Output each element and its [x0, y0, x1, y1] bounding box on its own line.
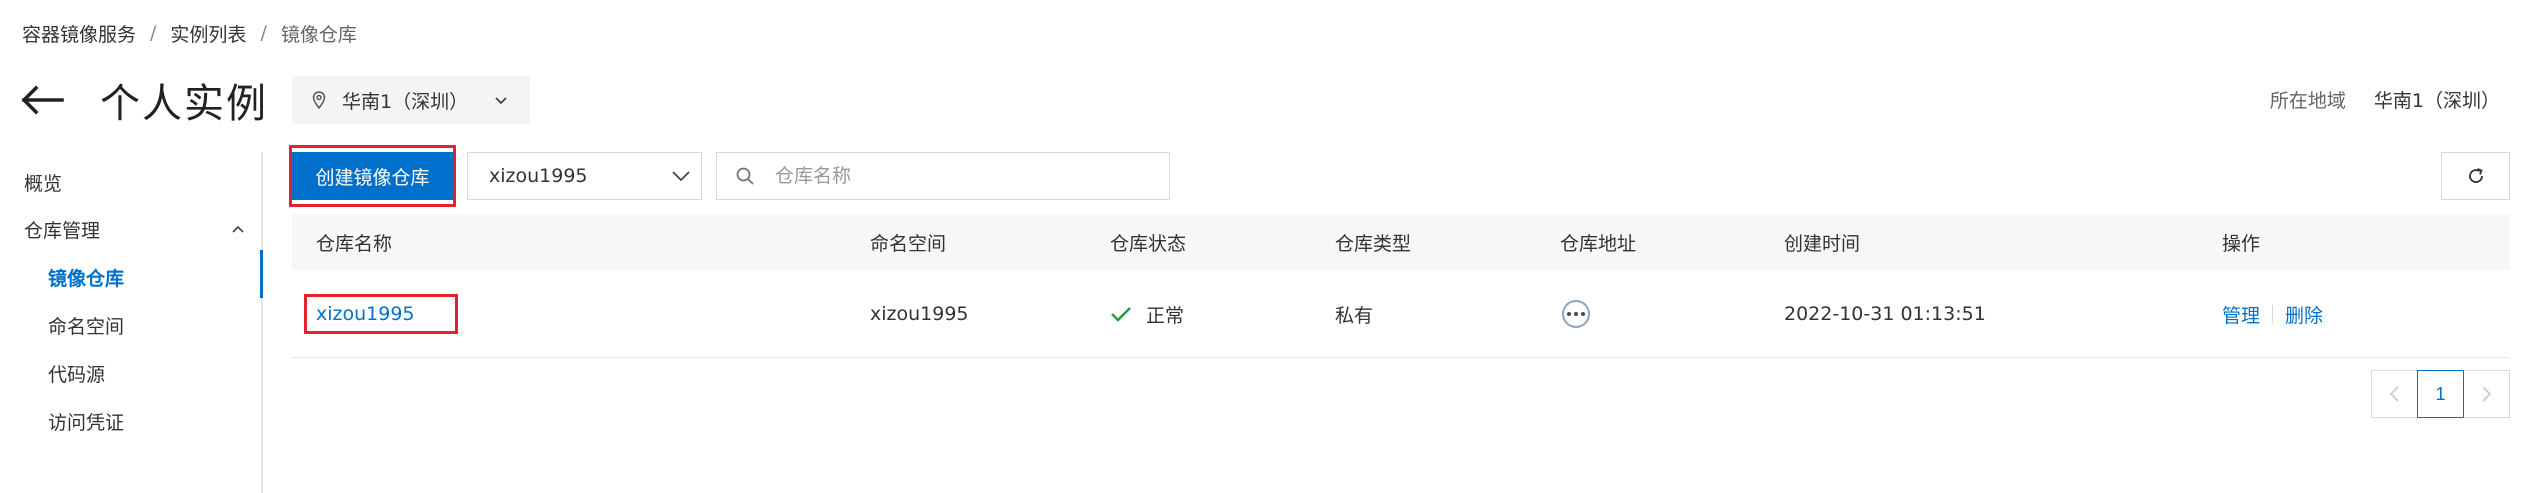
- table-row: xizou1995 xizou1995 正常 私有 2022-10-31 01:…: [292, 270, 2510, 358]
- region-selector[interactable]: 华南1（深圳）: [292, 76, 531, 124]
- region-value: 华南1（深圳）: [2373, 90, 2500, 112]
- region-label: 所在地域: [2269, 90, 2346, 112]
- action-divider: [2272, 305, 2274, 323]
- more-dots-icon[interactable]: [1562, 300, 1590, 328]
- namespace-select-value: xizou1995: [489, 165, 588, 187]
- sidebar-item-namespace[interactable]: 命名空间: [48, 312, 124, 339]
- region-selector-value: 华南1（深圳）: [342, 90, 469, 113]
- breadcrumb-item-current: 镜像仓库: [280, 23, 357, 46]
- repo-status-text: 正常: [1146, 304, 1185, 327]
- column-header-status: 仓库状态: [1110, 232, 1187, 255]
- repo-address[interactable]: [1562, 270, 1590, 358]
- back-arrow-icon[interactable]: [20, 85, 64, 115]
- repo-type: 私有: [1335, 304, 1374, 327]
- column-header-type: 仓库类型: [1335, 232, 1412, 255]
- column-header-created: 创建时间: [1784, 232, 1861, 255]
- search-input[interactable]: [775, 165, 1155, 187]
- page-title: 个人实例: [100, 81, 268, 127]
- column-header-actions: 操作: [2222, 232, 2261, 255]
- chevron-down-icon: [495, 97, 507, 105]
- search-box[interactable]: [716, 152, 1170, 200]
- repo-created-time: 2022-10-31 01:13:51: [1784, 303, 1986, 325]
- refresh-icon: [2468, 168, 2483, 183]
- sidebar-item-access-credential[interactable]: 访问凭证: [48, 408, 124, 435]
- location-pin-icon: [312, 91, 326, 109]
- chevron-right-icon: [2482, 386, 2492, 402]
- sidebar-item-image-repo[interactable]: 镜像仓库: [48, 264, 124, 291]
- sidebar-item-code-source[interactable]: 代码源: [48, 360, 105, 387]
- chevron-up-icon: [232, 225, 244, 233]
- breadcrumb: 容器镜像服务 / 实例列表 / 镜像仓库: [22, 20, 357, 46]
- sidebar-item-overview[interactable]: 概览: [24, 169, 62, 196]
- toolbar: 创建镜像仓库 xizou1995: [289, 145, 2510, 207]
- breadcrumb-separator: /: [260, 22, 267, 44]
- sidebar-group-repo-management[interactable]: 仓库管理: [24, 216, 245, 243]
- breadcrumb-separator: /: [150, 22, 157, 44]
- breadcrumb-item-service[interactable]: 容器镜像服务: [22, 20, 136, 47]
- search-icon: [736, 167, 754, 185]
- column-header-address: 仓库地址: [1560, 232, 1637, 255]
- table-header: 仓库名称 命名空间 仓库状态 仓库类型 仓库地址 创建时间 操作: [292, 214, 2510, 270]
- sidebar-group-label: 仓库管理: [24, 220, 101, 242]
- next-page-button[interactable]: [2463, 370, 2510, 418]
- breadcrumb-item-instance-list[interactable]: 实例列表: [170, 20, 246, 47]
- page-number-button[interactable]: 1: [2417, 370, 2464, 418]
- repo-table: 仓库名称 命名空间 仓库状态 仓库类型 仓库地址 创建时间 操作 xizou19…: [292, 214, 2510, 358]
- region-info: 所在地域 华南1（深圳）: [2270, 86, 2500, 113]
- prev-page-button[interactable]: [2371, 370, 2418, 418]
- chevron-left-icon: [2389, 386, 2399, 402]
- highlight-box: [289, 145, 456, 207]
- highlight-box: [304, 294, 458, 334]
- namespace-select[interactable]: xizou1995: [467, 152, 702, 200]
- check-icon: [1111, 307, 1131, 322]
- column-header-namespace: 命名空间: [870, 232, 947, 255]
- repo-namespace: xizou1995: [870, 303, 969, 325]
- pagination: 1: [2371, 370, 2510, 418]
- chevron-down-icon: [672, 171, 690, 182]
- active-indicator: [260, 250, 263, 298]
- column-header-name: 仓库名称: [316, 232, 393, 255]
- manage-link[interactable]: 管理: [2222, 301, 2260, 328]
- sidebar: 概览 仓库管理 镜像仓库 命名空间 代码源 访问凭证: [0, 152, 263, 493]
- delete-link[interactable]: 删除: [2285, 301, 2323, 328]
- page-header: 个人实例 华南1（深圳）: [20, 72, 531, 128]
- repo-status: 正常: [1110, 270, 1184, 358]
- repo-actions: 管理 删除: [2222, 270, 2323, 358]
- refresh-button[interactable]: [2441, 152, 2510, 200]
